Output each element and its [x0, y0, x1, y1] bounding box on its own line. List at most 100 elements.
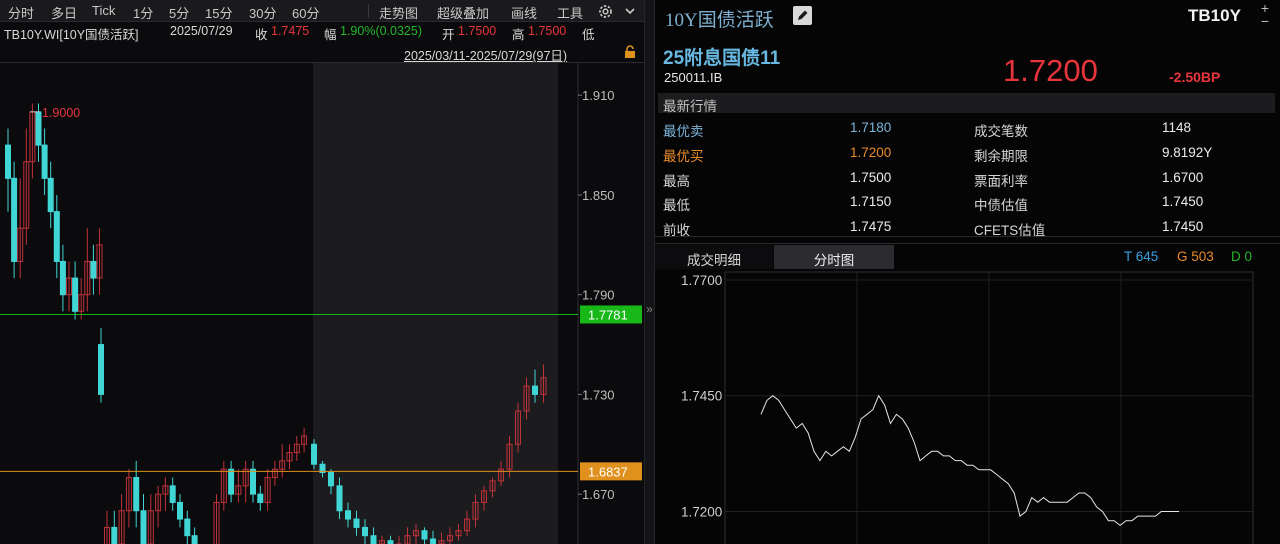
edit-icon[interactable] [793, 6, 812, 25]
t-count: T 645 [1124, 249, 1159, 264]
change-value: 1.90%(0.0325) [340, 24, 423, 38]
quote-info-bar: TB10Y.WI[10Y国债活跃] 2025/07/29 收 1.7475 幅 … [0, 22, 644, 42]
intraday-tick-label: 1.7200 [681, 504, 722, 519]
low-label: 低 [582, 28, 595, 42]
tab-trade-details[interactable]: 成交明细 [655, 245, 773, 269]
price-tick-label: 1.910 [582, 88, 615, 103]
quote-title: 10Y国债活跃 [665, 10, 774, 31]
last-price: 1.7200 [1003, 53, 1098, 88]
quote-panel: 10Y国债活跃 TB10Y + − 25附息国债11 250011.IB 1.7… [655, 0, 1280, 544]
candle-body [169, 485, 176, 503]
candle-body [90, 260, 97, 279]
candle-body [328, 472, 334, 487]
change-label: 幅 [324, 28, 337, 42]
candle-body [133, 477, 140, 512]
tools-button[interactable]: 工具 [557, 3, 583, 22]
candle-body [184, 518, 191, 537]
candle-body [430, 538, 436, 544]
section-divider [655, 236, 1280, 237]
candle-body [421, 530, 428, 540]
intraday-price-line [760, 394, 1179, 527]
minus-icon[interactable]: − [1258, 14, 1272, 30]
info-date: 2025/07/29 [170, 24, 233, 38]
candle-body [47, 177, 54, 213]
period-30min[interactable]: 30分 [249, 3, 276, 22]
period-15min[interactable]: 15分 [205, 3, 232, 22]
change-bp: -2.50BP [1169, 69, 1221, 85]
lock-icon[interactable] [623, 45, 637, 59]
candle-body [353, 518, 360, 528]
remaining-term-label: 剩余期限 [974, 149, 1028, 164]
price-tick-label: 1.850 [582, 188, 615, 203]
candle-body [53, 211, 60, 262]
close-label: 收 [255, 28, 268, 42]
candle-body [11, 177, 18, 262]
g-count: G 503 [1177, 249, 1214, 264]
draw-line-button[interactable]: 画线 [511, 3, 537, 22]
chevron-down-icon[interactable] [624, 5, 638, 17]
candle-body [228, 468, 235, 495]
low-label: 最低 [663, 198, 690, 213]
period-multiday[interactable]: 多日 [51, 3, 77, 22]
candle-body [362, 526, 368, 537]
candle-body [336, 485, 343, 512]
period-5min[interactable]: 5分 [169, 3, 189, 22]
latest-quote-title: 最新行情 [663, 99, 717, 114]
candle-body [72, 277, 79, 312]
panel-divider[interactable]: » [644, 0, 655, 544]
best-ask-label: 最优卖 [663, 124, 704, 139]
candle-body [191, 535, 198, 544]
best-ask-value: 1.7180 [850, 120, 892, 135]
open-label: 开 [442, 28, 455, 42]
candle-body [311, 443, 317, 465]
gear-icon[interactable] [597, 3, 615, 19]
candle-body [250, 468, 256, 495]
d-count: D 0 [1231, 249, 1253, 264]
coupon-value: 1.6700 [1162, 170, 1204, 185]
candle-body [59, 260, 66, 296]
trend-chart-button[interactable]: 走势图 [379, 3, 418, 22]
price-tick-label: 1.670 [582, 487, 615, 502]
tab-intraday-chart[interactable]: 分时图 [774, 245, 894, 269]
super-overlay-button[interactable]: 超级叠加 [437, 3, 489, 22]
collapse-toggle[interactable]: » [645, 302, 654, 316]
period-1min[interactable]: 1分 [133, 3, 153, 22]
candle-body [35, 111, 42, 146]
period-tick[interactable]: Tick [92, 3, 115, 18]
chinabond-valuation-value: 1.7450 [1162, 194, 1204, 209]
candle-body [345, 510, 351, 520]
high-value: 1.7500 [850, 170, 892, 185]
kline-panel: 分时 多日 Tick 1分 5分 15分 30分 60分 走势图 超级叠加 画线… [0, 0, 644, 544]
prev-close-value: 1.7475 [850, 219, 892, 234]
low-value: 1.7150 [850, 194, 892, 209]
kline-chart[interactable]: 1.910 1.850 1.790 1.730 1.670 1.7781 1.6837 1.9… [0, 62, 644, 544]
high-value: 1.7500 [528, 24, 567, 38]
detail-tabs: 成交明细 分时图 T 645 G 503 D 0 [655, 243, 1280, 269]
candle-body [5, 144, 11, 179]
candle-body [532, 385, 538, 395]
toolbar-divider [368, 4, 369, 18]
best-bid-value: 1.7200 [850, 145, 892, 160]
cfets-valuation-value: 1.7450 [1162, 219, 1204, 234]
intraday-tick-label: 1.7700 [681, 273, 722, 288]
high-label: 高 [512, 28, 525, 42]
trade-count-label: 成交笔数 [974, 124, 1028, 139]
orange-level-label: 1.6837 [588, 464, 628, 479]
candle-body [98, 344, 104, 395]
candle-body [41, 144, 48, 179]
candle-body [177, 501, 183, 520]
chart-toolbar: 分时 多日 Tick 1分 5分 15分 30分 60分 走势图 超级叠加 画线… [0, 0, 644, 22]
chinabond-valuation-label: 中债估值 [974, 198, 1028, 213]
best-bid-label: 最优买 [663, 149, 704, 164]
close-value: 1.7475 [271, 24, 310, 38]
max-value-label: 1.9000 [42, 106, 80, 120]
coupon-label: 票面利率 [974, 174, 1028, 189]
intraday-chart[interactable]: 1.7700 1.7450 1.7200 [655, 268, 1280, 544]
candle-body [111, 526, 118, 544]
period-intraday[interactable]: 分时 [8, 3, 34, 22]
candle-body [257, 493, 264, 503]
period-60min[interactable]: 60分 [292, 3, 319, 22]
bond-code: 250011.IB [664, 70, 723, 85]
latest-quote-header: 最新行情 [658, 93, 1275, 114]
trade-count-value: 1148 [1162, 120, 1192, 135]
